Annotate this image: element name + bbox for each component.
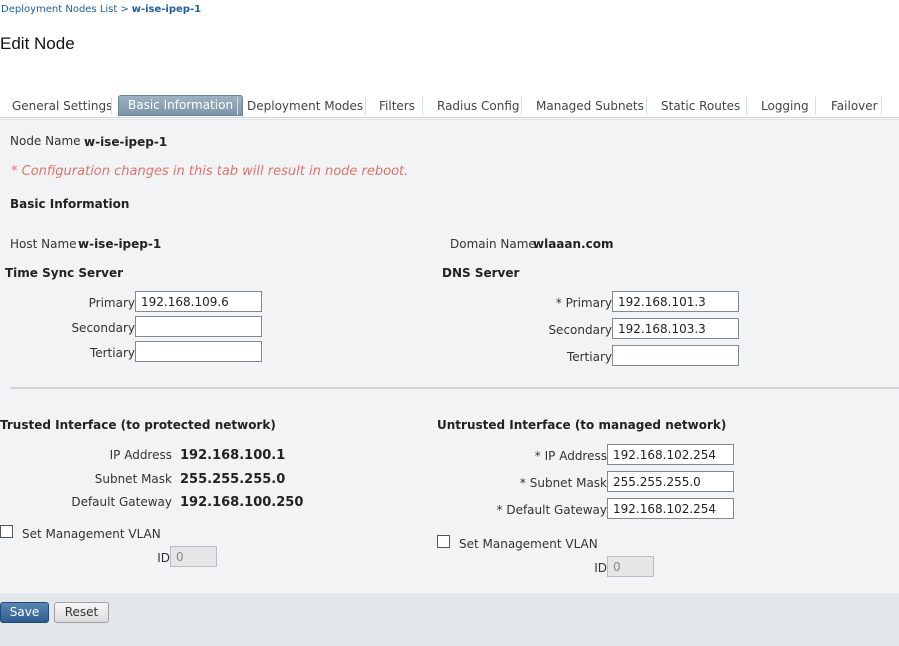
untrusted-ip-input[interactable] xyxy=(607,444,734,465)
time-tertiary-input[interactable] xyxy=(135,341,262,362)
host-name-label: Host Name xyxy=(10,237,77,251)
tab-divider xyxy=(521,97,522,115)
section-divider xyxy=(10,387,899,389)
time-tertiary-label: Tertiary xyxy=(89,346,135,360)
trusted-gateway-value: 192.168.100.250 xyxy=(180,495,304,510)
tab-radius-config[interactable]: Radius Config xyxy=(428,95,529,117)
trusted-interface-heading: Trusted Interface (to protected network) xyxy=(0,418,276,432)
trusted-mask-label: Subnet Mask xyxy=(94,472,172,486)
trusted-vlan-id-label: ID xyxy=(157,551,170,565)
trusted-gateway-label: Default Gateway xyxy=(71,495,172,509)
trusted-mask-value: 255.255.255.0 xyxy=(180,472,286,487)
tab-failover[interactable]: Failover xyxy=(822,95,887,117)
dns-primary-input[interactable] xyxy=(612,291,739,312)
tab-divider xyxy=(815,97,816,115)
trusted-vlan-label: Set Management VLAN xyxy=(22,527,161,541)
time-primary-input[interactable] xyxy=(135,291,262,312)
tab-filters[interactable]: Filters xyxy=(370,95,424,117)
node-name-label: Node Name xyxy=(10,134,81,148)
tab-general-settings[interactable]: General Settings xyxy=(3,95,121,117)
dns-tertiary-input[interactable] xyxy=(612,345,739,366)
breadcrumb-current[interactable]: w-ise-ipep-1 xyxy=(132,4,201,15)
tab-divider xyxy=(881,97,882,115)
untrusted-mask-input[interactable] xyxy=(607,471,734,492)
host-name-value: w-ise-ipep-1 xyxy=(78,237,162,251)
reboot-warning: * Configuration changes in this tab will… xyxy=(11,164,409,179)
tab-basic-information[interactable]: Basic Information xyxy=(118,95,244,116)
domain-name-value: wlaaan.com xyxy=(533,237,614,251)
breadcrumb-link-deployment-nodes[interactable]: Deployment Nodes List xyxy=(1,4,117,15)
breadcrumb: Deployment Nodes List > w-ise-ipep-1 xyxy=(1,4,201,15)
breadcrumb-separator: > xyxy=(120,4,129,15)
untrusted-gateway-input[interactable] xyxy=(607,498,734,519)
tab-divider xyxy=(365,97,366,115)
untrusted-mask-label: * Subnet Mask xyxy=(519,476,607,490)
tab-static-routes[interactable]: Static Routes xyxy=(652,95,749,117)
trusted-vlan-checkbox[interactable] xyxy=(0,525,13,538)
untrusted-interface-heading: Untrusted Interface (to managed network) xyxy=(437,418,727,432)
tab-managed-subnets[interactable]: Managed Subnets xyxy=(527,95,653,117)
untrusted-ip-label: * IP Address xyxy=(534,449,607,463)
tab-logging[interactable]: Logging xyxy=(752,95,818,117)
tab-bar: General Settings Basic Information Deplo… xyxy=(0,93,899,118)
untrusted-gateway-label: * Default Gateway xyxy=(496,503,607,517)
reset-button[interactable]: Reset xyxy=(54,602,109,623)
dns-primary-label: * Primary xyxy=(555,296,612,310)
trusted-vlan-id-input[interactable] xyxy=(170,546,217,567)
time-primary-label: Primary xyxy=(88,296,135,310)
untrusted-vlan-id-label: ID xyxy=(594,561,607,575)
tab-divider xyxy=(422,97,423,115)
domain-name-label: Domain Name xyxy=(450,237,536,251)
time-secondary-label: Secondary xyxy=(71,321,135,335)
trusted-ip-value: 192.168.100.1 xyxy=(180,448,286,463)
dns-secondary-input[interactable] xyxy=(612,318,739,339)
basic-info-heading: Basic Information xyxy=(10,197,130,211)
tab-divider xyxy=(111,97,112,115)
untrusted-vlan-label: Set Management VLAN xyxy=(459,537,598,551)
dns-secondary-label: Secondary xyxy=(548,323,612,337)
node-name-value: w-ise-ipep-1 xyxy=(84,135,168,149)
tab-divider xyxy=(646,97,647,115)
page-title: Edit Node xyxy=(0,34,75,53)
dns-heading: DNS Server xyxy=(442,266,520,280)
button-bar xyxy=(0,593,899,646)
time-secondary-input[interactable] xyxy=(135,316,262,337)
untrusted-vlan-checkbox[interactable] xyxy=(437,535,450,548)
tab-divider xyxy=(746,97,747,115)
dns-tertiary-label: Tertiary xyxy=(566,350,612,364)
time-sync-heading: Time Sync Server xyxy=(5,266,123,280)
trusted-ip-label: IP Address xyxy=(109,448,172,462)
tab-deployment-modes[interactable]: Deployment Modes xyxy=(238,95,372,117)
save-button[interactable]: Save xyxy=(0,602,49,623)
untrusted-vlan-id-input[interactable] xyxy=(607,556,654,577)
